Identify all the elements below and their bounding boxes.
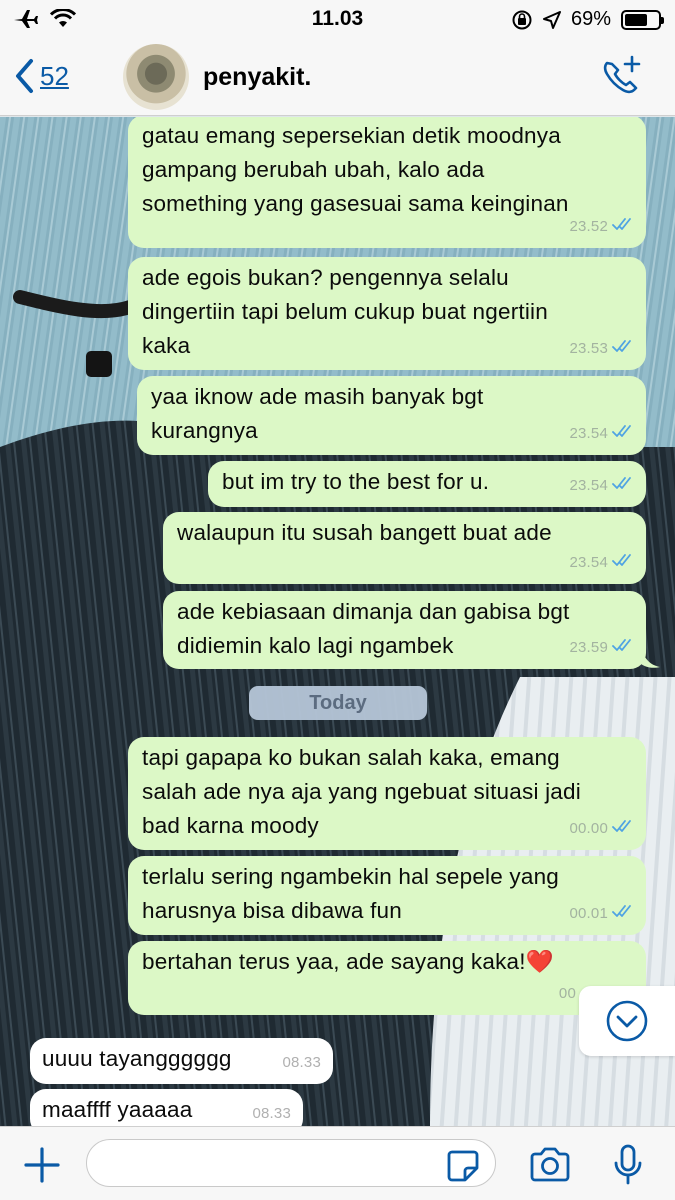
read-ticks-icon [612, 631, 634, 665]
plus-icon[interactable] [22, 1145, 62, 1185]
add-call-icon[interactable] [599, 55, 643, 97]
location-icon [542, 10, 561, 29]
message-text: tapi gapapa ko bukan salah kaka, emang s… [142, 745, 581, 838]
microphone-icon[interactable] [613, 1144, 643, 1186]
message-time: 23.53 [569, 340, 608, 357]
message-bubble-outgoing[interactable]: yaa iknow ade masih banyak bgt kurangnya… [137, 376, 646, 455]
message-time: 23.54 [569, 477, 608, 494]
message-bubble-outgoing[interactable]: terlalu sering ngambekin hal sepele yang… [128, 856, 646, 935]
scroll-to-bottom-button[interactable] [579, 986, 675, 1056]
read-ticks-icon [612, 546, 634, 580]
back-button[interactable]: 52 [14, 58, 69, 94]
chat-area[interactable]: gatau emang sepersekian detik moodnya ga… [0, 117, 675, 1126]
camera-icon[interactable] [528, 1147, 572, 1183]
message-bubble-outgoing[interactable]: ade egois bukan? pengennya selalu dinger… [128, 257, 646, 370]
orientation-lock-icon [512, 10, 532, 29]
chevron-down-circle-icon [606, 1000, 648, 1042]
status-bar: 11.03 69% [0, 0, 675, 38]
read-ticks-icon [612, 897, 634, 931]
message-text: yaa iknow ade masih banyak bgt kurangnya [151, 384, 484, 443]
unread-count: 52 [40, 60, 69, 91]
message-bubble-outgoing[interactable]: ade kebiasaan dimanja dan gabisa bgt did… [163, 591, 646, 669]
message-time: 00.01 [569, 905, 608, 922]
message-text: uuuu tayangggggg [42, 1046, 232, 1071]
message-time: 23.52 [569, 218, 608, 235]
message-time: 23.54 [569, 425, 608, 442]
message-time: 08.33 [252, 1105, 291, 1122]
message-input-bar [0, 1126, 675, 1200]
message-bubble-outgoing[interactable]: walaupun itu susah bangett buat ade 23.5… [163, 512, 646, 584]
message-bubble-outgoing[interactable]: bertahan terus yaa, ade sayang kaka!❤️ 0… [128, 941, 646, 1015]
bubble-tail [640, 645, 660, 668]
chat-header: 52 penyakit. [0, 38, 675, 116]
message-time: 23.54 [569, 554, 608, 571]
read-ticks-icon [612, 469, 634, 503]
read-ticks-icon [612, 210, 634, 244]
message-bubble-outgoing[interactable]: gatau emang sepersekian detik moodnya ga… [128, 117, 646, 248]
message-text: ade kebiasaan dimanja dan gabisa bgt did… [177, 599, 570, 658]
contact-avatar[interactable] [123, 44, 189, 110]
battery-percent: 69% [570, 8, 611, 30]
battery-icon [621, 9, 664, 30]
message-input[interactable] [86, 1139, 496, 1187]
message-text: walaupun itu susah bangett buat ade [177, 520, 552, 545]
date-separator: Today [249, 686, 427, 720]
message-time: 00 [558, 985, 576, 1002]
message-time: 00.00 [569, 820, 608, 837]
message-text: bertahan terus yaa, ade sayang kaka!❤️ [142, 949, 554, 974]
read-ticks-icon [612, 812, 634, 846]
message-text: gatau emang sepersekian detik moodnya ga… [142, 123, 569, 216]
message-bubble-incoming[interactable]: maaffff yaaaaa 08.33 [30, 1089, 303, 1126]
message-text: ade egois bukan? pengennya selalu dinger… [142, 265, 548, 358]
message-time: 23.59 [569, 639, 608, 656]
message-text: terlalu sering ngambekin hal sepele yang… [142, 864, 560, 923]
read-ticks-icon [612, 417, 634, 451]
message-bubble-incoming[interactable]: uuuu tayangggggg 08.33 [30, 1038, 333, 1084]
read-ticks-icon [612, 332, 634, 366]
message-time: 08.33 [282, 1054, 321, 1071]
message-bubble-outgoing[interactable]: but im try to the best for u. 23.54 [208, 461, 646, 507]
contact-name[interactable]: penyakit. [203, 63, 311, 92]
sticker-icon[interactable] [446, 1149, 480, 1183]
message-bubble-outgoing[interactable]: tapi gapapa ko bukan salah kaka, emang s… [128, 737, 646, 850]
back-chevron-icon [16, 59, 33, 93]
